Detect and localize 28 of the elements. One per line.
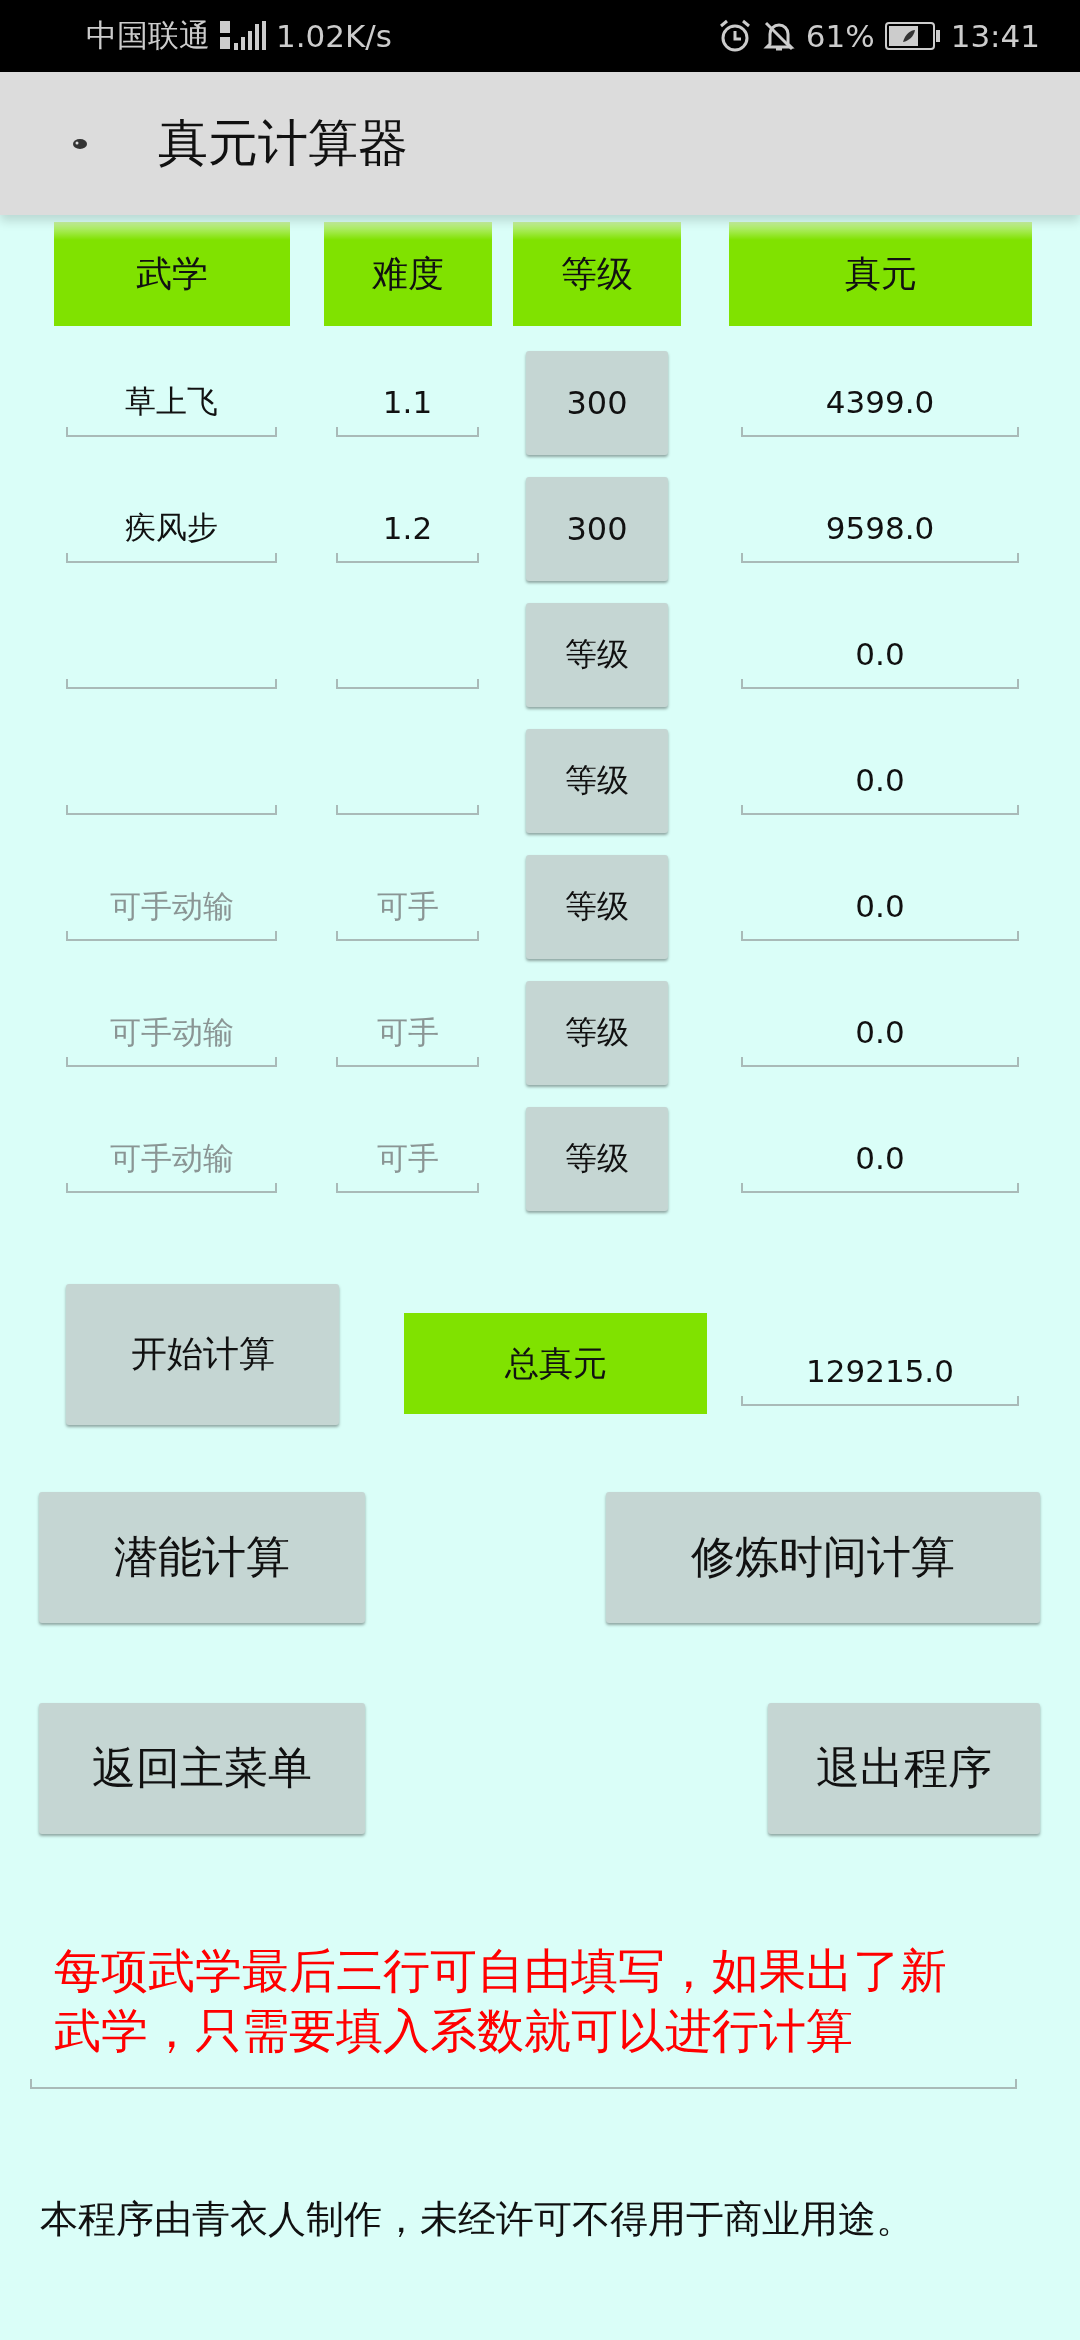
- grade-button[interactable]: 等级: [526, 729, 668, 833]
- alarm-icon: [717, 19, 752, 53]
- column-header: 真元: [729, 222, 1032, 326]
- grade-button[interactable]: 等级: [526, 603, 668, 707]
- nav-button[interactable]: 潜能计算: [39, 1492, 365, 1623]
- clock-time: 13:41: [950, 18, 1040, 54]
- app-icon: [72, 137, 88, 150]
- battery-percent: 61%: [805, 18, 875, 54]
- grade-button[interactable]: 300: [526, 351, 668, 455]
- column-header: 武学: [54, 222, 290, 326]
- app-title: 真元计算器: [158, 113, 408, 174]
- footer-text: 本程序由青衣人制作，未经许可不得用于商业用途。: [40, 2196, 915, 2243]
- network-speed: 1.02K/s: [276, 18, 392, 54]
- grade-button[interactable]: 等级: [526, 1107, 668, 1211]
- carrier-name: 中国联通: [86, 16, 210, 55]
- grade-button[interactable]: 300: [526, 477, 668, 581]
- total-label: 总真元: [404, 1313, 707, 1414]
- grade-button[interactable]: 等级: [526, 981, 668, 1085]
- battery-icon: [884, 22, 941, 50]
- calculate-button[interactable]: 开始计算: [66, 1284, 339, 1425]
- column-header: 难度: [324, 222, 492, 326]
- signal-icon: [220, 21, 266, 51]
- grade-button[interactable]: 等级: [526, 855, 668, 959]
- nav-button[interactable]: 修炼时间计算: [606, 1492, 1040, 1623]
- nav-button[interactable]: 退出程序: [768, 1703, 1040, 1834]
- bell-off-icon: [761, 19, 796, 53]
- column-header: 等级: [513, 222, 681, 326]
- nav-button[interactable]: 返回主菜单: [39, 1703, 365, 1834]
